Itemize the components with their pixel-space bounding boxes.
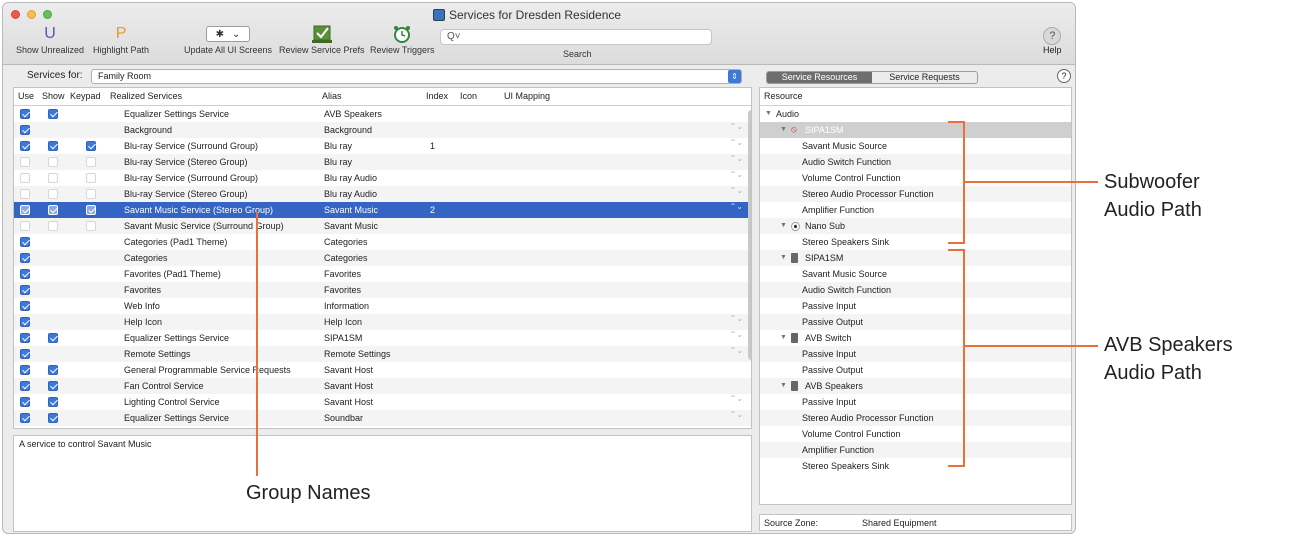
subwoofer-bracket bbox=[948, 121, 965, 244]
group-names-annotation: Group Names bbox=[246, 482, 371, 504]
callout-lines bbox=[256, 121, 1098, 476]
subwoofer-annotation: Subwoofer Audio Path bbox=[1104, 171, 1202, 221]
avb-bracket bbox=[948, 249, 965, 467]
avb-annotation: AVB Speakers Audio Path bbox=[1104, 334, 1233, 384]
